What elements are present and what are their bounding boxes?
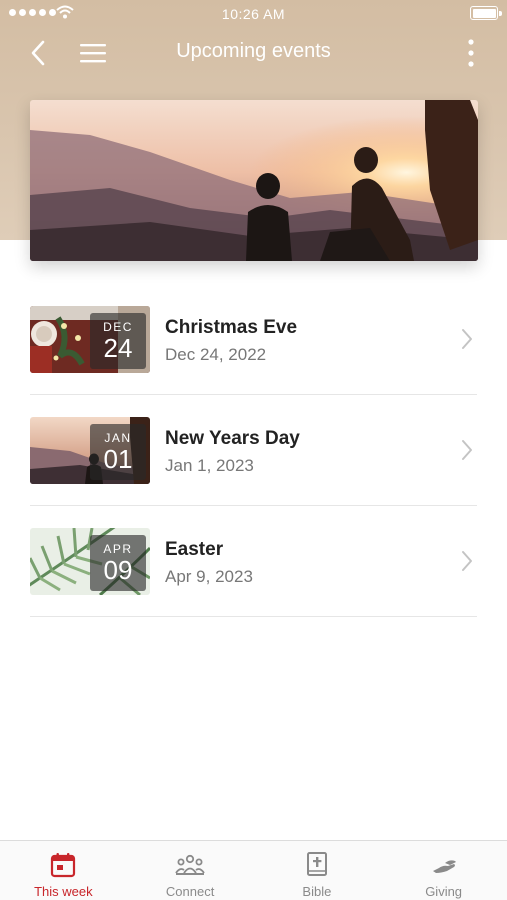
page-title: Upcoming events: [176, 40, 331, 62]
tab-this-week[interactable]: This week: [0, 841, 127, 900]
tab-label: Bible: [302, 884, 332, 899]
date-badge-day: 09: [103, 555, 133, 585]
date-badge-month: APR: [103, 542, 133, 556]
calendar-icon: [51, 853, 76, 878]
nav-bar: Upcoming events: [0, 28, 507, 78]
chevron-right-icon: [462, 551, 472, 571]
chevron-right-icon: [462, 440, 472, 460]
tab-bible[interactable]: Bible: [254, 841, 381, 900]
event-thumbnail: JAN 01: [30, 417, 150, 484]
date-badge: DEC 24: [90, 313, 146, 369]
hero-image: [30, 100, 478, 261]
giving-hand-icon: [432, 860, 456, 873]
status-time: 10:26 AM: [221, 6, 286, 22]
status-bar: 10:26 AM: [0, 0, 507, 28]
tab-label: This week: [34, 884, 93, 899]
tab-connect[interactable]: Connect: [127, 841, 254, 900]
event-thumbnail: DEC 24: [30, 306, 150, 373]
event-date: Jan 1, 2023: [165, 456, 254, 475]
chevron-right-icon: [462, 329, 472, 349]
event-thumbnail: APR 09: [30, 528, 150, 595]
event-title: Christmas Eve: [165, 317, 298, 338]
people-icon: [175, 854, 205, 875]
date-badge-month: DEC: [103, 320, 133, 334]
tab-bar: This week Connect Bible Giving: [0, 840, 507, 900]
date-badge: JAN 01: [90, 424, 146, 480]
event-row-new-years-day[interactable]: JAN 01 New Years Day Jan 1, 2023: [0, 395, 507, 506]
event-row-christmas-eve[interactable]: DEC 24 Christmas Eve Dec 24, 2022: [0, 284, 507, 395]
date-badge-day: 24: [103, 333, 133, 363]
battery-icon: [470, 6, 502, 20]
divider: [30, 616, 477, 617]
event-date: Apr 9, 2023: [165, 567, 253, 586]
event-date: Dec 24, 2022: [165, 345, 267, 364]
more-options-icon[interactable]: [465, 38, 477, 68]
tab-label: Giving: [425, 884, 463, 899]
event-title: Easter: [165, 539, 224, 560]
tab-label: Connect: [165, 884, 215, 899]
bible-icon: [306, 852, 327, 876]
date-badge-month: JAN: [104, 431, 132, 445]
date-badge: APR 09: [90, 535, 146, 591]
event-row-easter[interactable]: APR 09 Easter Apr 9, 2023: [0, 506, 507, 617]
tab-giving[interactable]: Giving: [380, 841, 507, 900]
event-title: New Years Day: [165, 428, 300, 449]
date-badge-day: 01: [103, 444, 133, 474]
